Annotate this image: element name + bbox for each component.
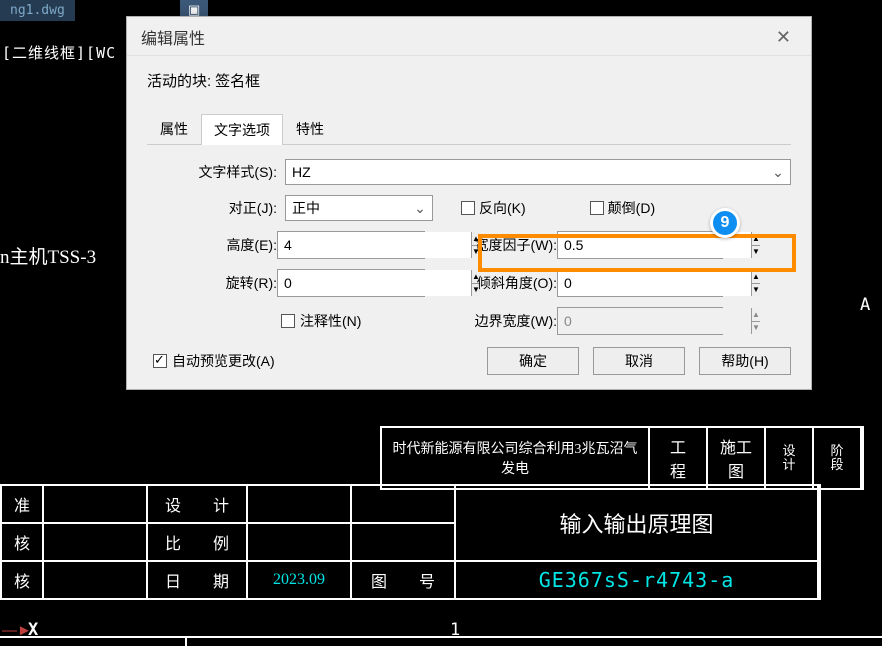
tb-date: 2023.09 [247,561,351,599]
drawing-text-tss: n主机TSS-3 [0,242,96,269]
tb-r3d: 图 号 [351,561,455,599]
height-input[interactable] [278,232,471,258]
textstyle-label: 文字样式(S): [147,162,277,182]
boundary-spinner: ▲ ▼ [557,307,723,335]
tab-icon: ▣ [188,2,200,17]
chevron-down-icon: ⌄ [770,164,786,181]
axis-tick [185,636,187,646]
spinner-up-icon[interactable]: ▲ [752,270,760,284]
spinner-down-icon[interactable]: ▼ [752,246,760,259]
cancel-button[interactable]: 取消 [593,347,685,375]
oblique-label: 倾斜角度(O): [457,273,557,293]
axis-a: A [860,295,870,315]
justify-value: 正中 [292,198,320,218]
upside-checkbox[interactable] [590,201,604,215]
tb-r1b: 设 计 [147,485,247,523]
tutorial-badge-9: 9 [710,208,740,238]
height-label: 高度(E): [147,235,277,255]
textstyle-value: HZ [292,164,311,180]
rotation-input[interactable] [278,270,471,296]
tab-text-options[interactable]: 文字选项 [201,114,283,145]
tb-constr: 施工图 [707,427,765,489]
chevron-down-icon: ⌄ [412,200,428,217]
tb-proj: 工 程 [649,427,707,489]
tb-r2a: 核 [1,523,43,561]
reverse-checkbox[interactable] [461,201,475,215]
height-spinner[interactable]: ▲ ▼ [277,231,425,259]
spinner-up-icon: ▲ [752,308,760,322]
annotative-label: 注释性(N) [300,311,361,331]
file-tab[interactable]: ng1.dwg [0,0,75,21]
oblique-input[interactable] [558,270,751,296]
upside-label: 颠倒(D) [608,198,655,218]
tb-design-small: 设 计 [765,427,813,489]
tab-properties[interactable]: 特性 [283,113,337,144]
tb-stage-small: 阶 段 [813,427,862,489]
spinner-down-icon[interactable]: ▼ [752,284,760,297]
dialog-title: 编辑属性 [141,25,205,49]
tab-strip: 属性 文字选项 特性 [147,113,791,145]
help-button[interactable]: 帮助(H) [699,347,791,375]
active-block-label: 活动的块: [147,70,211,91]
tb-r1a: 准 [1,485,43,523]
ok-button[interactable]: 确定 [487,347,579,375]
spinner-up-icon[interactable]: ▲ [752,232,760,246]
close-icon[interactable]: ✕ [770,27,797,48]
widthfactor-spinner[interactable]: ▲ ▼ [557,231,723,259]
tb-r3a: 核 [1,561,43,599]
viewport-label: [二维线框][WC [2,42,116,63]
tb-project-title: 时代新能源有限公司综合利用3兆瓦沼气发电 [381,427,649,489]
textstyle-select[interactable]: HZ ⌄ [285,159,791,185]
boundary-label: 边界宽度(W): [457,311,557,331]
tb-r2b: 比 例 [147,523,247,561]
justify-select[interactable]: 正中 ⌄ [285,195,433,221]
justify-label: 对正(J): [147,198,277,218]
rotation-spinner[interactable]: ▲ ▼ [277,269,425,297]
spinner-down-icon: ▼ [752,322,760,335]
auto-preview-checkbox[interactable] [153,354,167,368]
annotative-checkbox[interactable] [281,314,295,328]
tab-attributes[interactable]: 属性 [147,113,201,144]
axis-line [0,636,882,638]
edit-attribute-dialog: 编辑属性 ✕ 活动的块: 签名框 属性 文字选项 特性 文字样式(S): HZ … [126,16,812,390]
boundary-input [558,308,751,334]
oblique-spinner[interactable]: ▲ ▼ [557,269,723,297]
widthfactor-label: 宽度因子(W): [457,235,557,255]
tb-center-title: 输入输出原理图 [455,485,819,561]
rotation-label: 旋转(R): [147,273,277,293]
tb-r3b: 日 期 [147,561,247,599]
auto-preview-label: 自动预览更改(A) [172,351,275,371]
reverse-label: 反向(K) [479,198,526,218]
tb-dwgno: GE367sS-r4743-a [455,561,819,599]
active-block-name: 签名框 [215,70,260,91]
